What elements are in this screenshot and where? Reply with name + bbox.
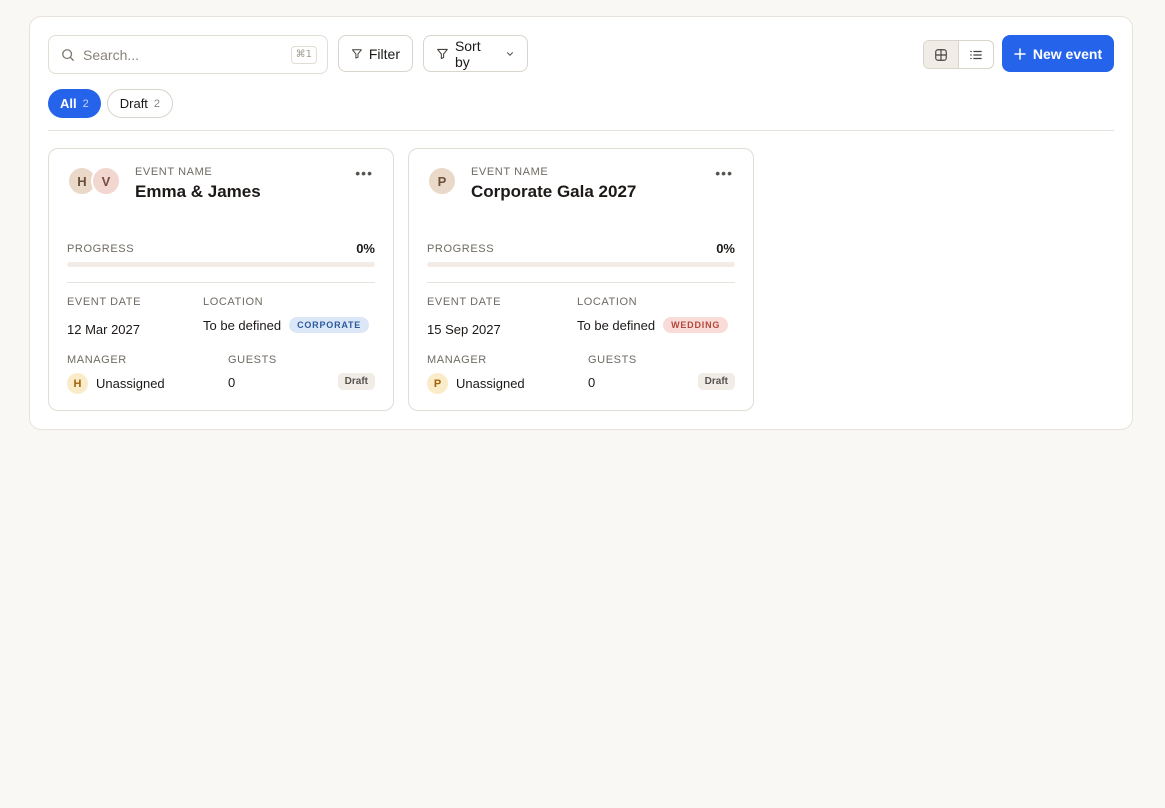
progress-percent: 0%: [356, 241, 375, 256]
events-panel: ⌘1 Filter Sort by New event All 2: [29, 16, 1133, 430]
event-name-block: EVENT NAME Emma & James: [135, 166, 261, 202]
avatar-group: P: [427, 166, 457, 196]
sort-by-button[interactable]: Sort by: [423, 35, 528, 72]
grid-view-button[interactable]: [924, 41, 959, 68]
location-value: To be defined: [577, 317, 656, 333]
sort-by-label: Sort by: [454, 37, 481, 70]
filter-icon: [437, 48, 448, 60]
event-date-field: EVENT DATE 15 Sep 2027: [427, 296, 501, 337]
divider: [48, 130, 1114, 131]
card-divider: [427, 282, 735, 283]
location-label: LOCATION: [577, 296, 638, 308]
tab-all[interactable]: All 2: [48, 89, 101, 118]
manager-label: MANAGER: [427, 354, 487, 366]
progress-row: PROGRESS 0%: [427, 241, 735, 256]
filter-icon: [352, 49, 362, 59]
filter-button[interactable]: Filter: [338, 35, 413, 72]
list-icon: [970, 50, 982, 59]
new-event-button[interactable]: New event: [1002, 35, 1114, 72]
progress-row: PROGRESS 0%: [67, 241, 375, 256]
tab-count: 2: [153, 97, 161, 110]
event-card[interactable]: H V EVENT NAME Emma & James ••• PROGRESS…: [48, 148, 394, 411]
manager-label: MANAGER: [67, 354, 127, 366]
search-shortcut-hint: ⌘1: [290, 45, 317, 64]
grid-icon: [935, 48, 947, 61]
filter-label: Filter: [368, 45, 400, 62]
search-icon: [62, 48, 74, 61]
event-name-label: EVENT NAME: [135, 166, 213, 178]
progress-bar: [67, 262, 375, 267]
list-view-button[interactable]: [959, 41, 993, 68]
manager-value: Unassigned: [96, 376, 165, 391]
location-value: To be defined: [203, 317, 282, 333]
event-name-label: EVENT NAME: [471, 166, 549, 178]
filter-tabs: All 2 Draft 2: [48, 89, 174, 118]
event-type-badge: WEDDING: [663, 317, 729, 333]
avatar-group: H V: [67, 166, 121, 196]
event-card[interactable]: P EVENT NAME Corporate Gala 2027 ••• PRO…: [408, 148, 754, 411]
card-divider: [67, 282, 375, 283]
location-field: LOCATION To be defined CORPORATE: [203, 296, 370, 333]
guests-field: GUESTS 0: [228, 354, 277, 390]
search-box[interactable]: ⌘1: [48, 35, 328, 74]
event-name-block: EVENT NAME Corporate Gala 2027: [471, 166, 636, 202]
guests-label: GUESTS: [228, 354, 277, 366]
more-options-icon[interactable]: •••: [355, 165, 373, 181]
view-toggle: [923, 40, 994, 69]
event-date-field: EVENT DATE 12 Mar 2027: [67, 296, 141, 337]
avatar: V: [91, 166, 121, 196]
tab-count: 2: [82, 97, 89, 110]
status-badge: Draft: [697, 373, 735, 390]
progress-label: PROGRESS: [427, 242, 495, 255]
manager-field: MANAGER P Unassigned: [427, 354, 525, 394]
manager-avatar: P: [427, 373, 448, 394]
event-date-value: 12 Mar 2027: [67, 322, 140, 337]
location-label: LOCATION: [203, 296, 264, 308]
guests-value: 0: [588, 375, 596, 390]
manager-field: MANAGER H Unassigned: [67, 354, 165, 394]
tab-draft[interactable]: Draft 2: [106, 89, 174, 118]
guests-value: 0: [228, 375, 236, 390]
more-options-icon[interactable]: •••: [715, 165, 733, 181]
event-title: Corporate Gala 2027: [471, 182, 637, 201]
event-date-label: EVENT DATE: [427, 296, 502, 308]
tab-label: All: [60, 96, 77, 111]
progress-label: PROGRESS: [67, 242, 135, 255]
guests-label: GUESTS: [588, 354, 637, 366]
event-date-value: 15 Sep 2027: [427, 322, 501, 337]
tab-label: Draft: [119, 96, 148, 111]
avatar: P: [427, 166, 457, 196]
plus-icon: [1014, 47, 1026, 60]
progress-percent: 0%: [716, 241, 735, 256]
search-input[interactable]: [83, 46, 291, 63]
event-type-badge: CORPORATE: [289, 317, 370, 333]
location-field: LOCATION To be defined WEDDING: [577, 296, 729, 333]
toolbar: ⌘1 Filter Sort by New event: [48, 35, 1114, 75]
manager-value: Unassigned: [456, 376, 525, 391]
event-title: Emma & James: [135, 182, 261, 201]
new-event-label: New event: [1032, 45, 1103, 62]
chevron-down-icon: [507, 51, 514, 56]
manager-avatar: H: [67, 373, 88, 394]
progress-bar: [427, 262, 735, 267]
guests-field: GUESTS 0: [588, 354, 637, 390]
event-date-label: EVENT DATE: [67, 296, 142, 308]
status-badge: Draft: [337, 373, 375, 390]
